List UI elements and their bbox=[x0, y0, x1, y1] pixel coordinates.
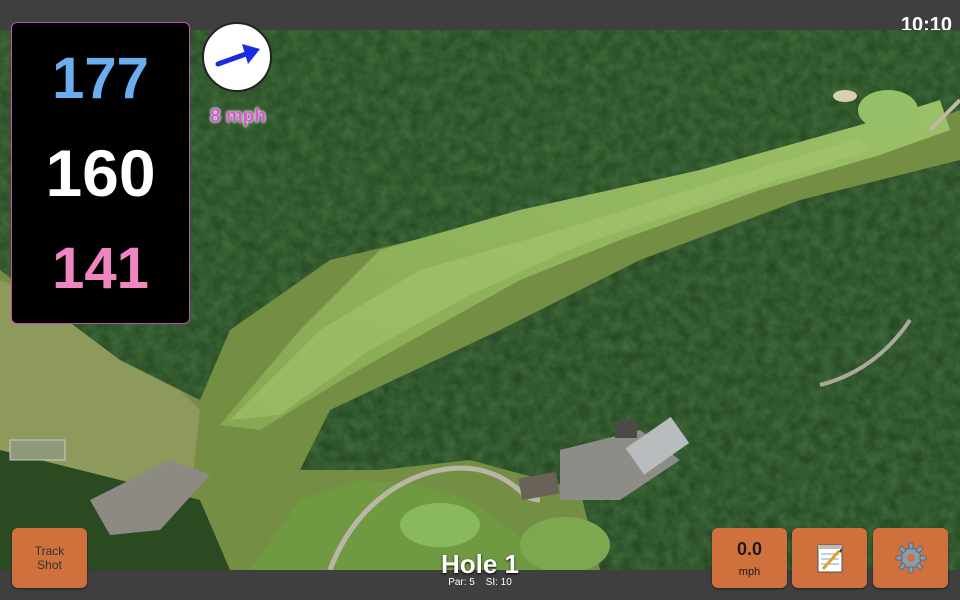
yardage-panel: 177 160 141 bbox=[11, 22, 190, 324]
speed-button[interactable]: 0.0 mph bbox=[712, 528, 787, 588]
settings-button[interactable] bbox=[873, 528, 948, 588]
hole-title: Hole 1 bbox=[440, 549, 520, 579]
track-shot-label: Track Shot bbox=[34, 544, 65, 572]
hole-info: Par: 5 SI: 10 bbox=[400, 577, 560, 588]
hole-stroke-index: SI: 10 bbox=[485, 577, 512, 588]
speed-value: 0.0 bbox=[736, 538, 763, 559]
track-shot-button[interactable]: Track Shot bbox=[12, 528, 87, 588]
speed-unit: mph bbox=[738, 565, 761, 578]
notepad-icon bbox=[817, 544, 842, 573]
wind-indicator[interactable] bbox=[202, 22, 272, 92]
notes-button[interactable] bbox=[792, 528, 867, 588]
hole-par: Par: 5 bbox=[448, 577, 475, 588]
wind-arrow-icon bbox=[215, 44, 260, 67]
back-distance: 177 bbox=[52, 46, 149, 111]
middle-distance: 160 bbox=[45, 136, 156, 210]
gear-icon bbox=[895, 542, 926, 574]
front-distance: 141 bbox=[52, 236, 149, 301]
wind-speed-label: 8 mph bbox=[210, 106, 266, 127]
